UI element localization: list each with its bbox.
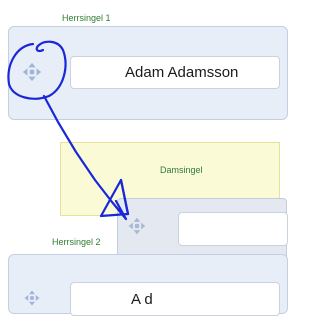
drag-handle[interactable] <box>124 213 150 239</box>
player-name: A d <box>131 290 153 308</box>
section-label-herrsingel-1: Herrsingel 1 <box>62 13 111 23</box>
player-name-field[interactable]: Adam Adamsson <box>70 56 280 89</box>
section-label-herrsingel-2: Herrsingel 2 <box>52 237 101 247</box>
drag-handle[interactable] <box>18 284 46 312</box>
player-name: Adam Adamsson <box>125 64 239 81</box>
move-arrows-icon <box>24 290 40 306</box>
drag-handle[interactable] <box>12 52 52 92</box>
section-label-damsingel: Damsingel <box>160 165 203 175</box>
move-arrows-icon <box>22 62 42 82</box>
move-arrows-icon <box>128 217 146 235</box>
player-name-field[interactable] <box>178 212 288 246</box>
player-name-field[interactable]: A d <box>70 282 280 316</box>
